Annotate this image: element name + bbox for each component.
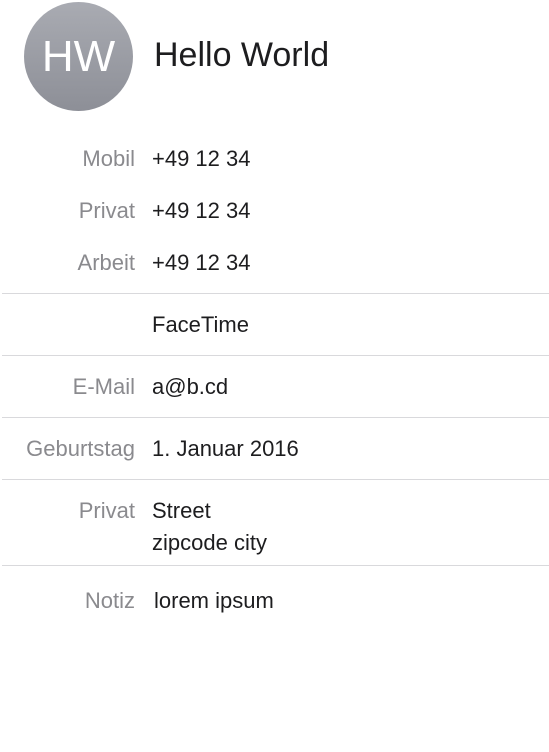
email-value[interactable]: a@b.cd [152, 371, 228, 403]
divider [2, 355, 549, 356]
contact-name: Hello World [154, 36, 330, 74]
phone-value-work[interactable]: +49 12 34 [152, 247, 250, 279]
divider [2, 293, 549, 294]
address-street[interactable]: Street [152, 495, 211, 527]
note-row: Notiz lorem ipsum [0, 585, 549, 617]
phone-label-mobile: Mobil [82, 146, 135, 171]
email-row: E-Mail a@b.cd [0, 371, 549, 403]
facetime-row: FaceTime [0, 309, 549, 341]
note-label: Notiz [84, 588, 135, 613]
phone-label-work: Arbeit [77, 250, 135, 275]
phone-value-private[interactable]: +49 12 34 [152, 195, 250, 227]
address-row-city: zipcode city [0, 527, 549, 559]
phone-label-private: Privat [78, 198, 135, 223]
phone-row-mobile: Mobil +49 12 34 [0, 143, 549, 175]
phone-value-mobile[interactable]: +49 12 34 [152, 143, 250, 175]
email-label: E-Mail [72, 374, 135, 399]
birthday-value[interactable]: 1. Januar 2016 [152, 433, 299, 465]
birthday-row: Geburtstag 1. Januar 2016 [0, 433, 549, 465]
address-row: Privat Street [0, 495, 549, 527]
divider [2, 417, 549, 418]
note-value[interactable]: lorem ipsum [154, 585, 274, 617]
divider [2, 565, 549, 566]
divider [2, 479, 549, 480]
contact-header: HW Hello World [0, 0, 549, 120]
birthday-label: Geburtstag [26, 436, 135, 461]
address-label: Privat [78, 498, 135, 523]
avatar-initials: HW [41, 31, 116, 81]
address-city-line[interactable]: zipcode city [152, 527, 267, 559]
facetime-link[interactable]: FaceTime [152, 309, 249, 341]
avatar[interactable]: HW [24, 2, 133, 111]
phone-row-work: Arbeit +49 12 34 [0, 247, 549, 279]
phone-row-private: Privat +49 12 34 [0, 195, 549, 227]
